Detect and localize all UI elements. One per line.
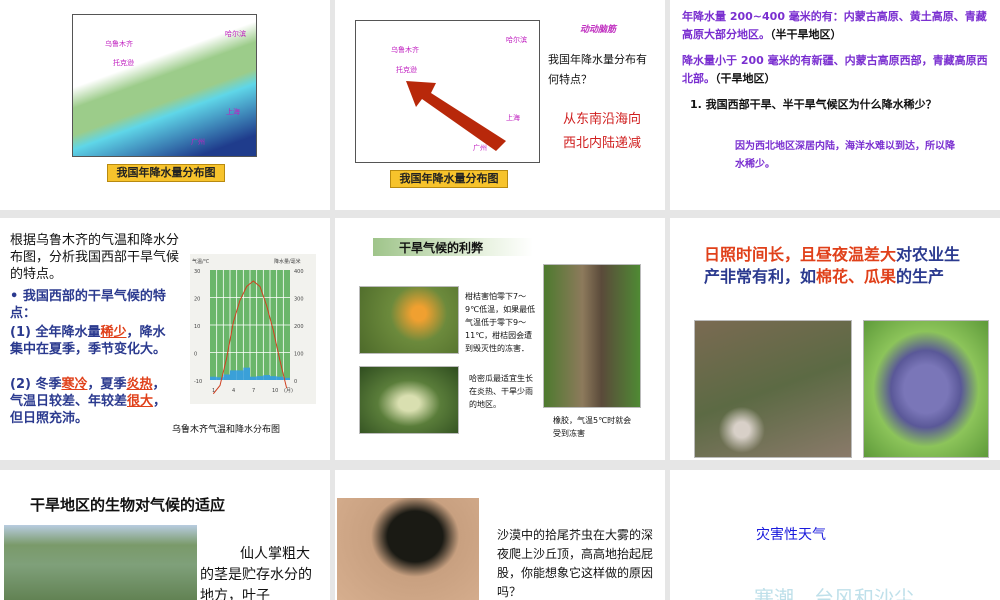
semi-arid-text: 年降水量 200~400 毫米的有：内蒙古高原、黄土高原、青藏高原大部分地区。（…	[682, 8, 994, 44]
slide-thumbnail-4[interactable]: 根据乌鲁木齐的气温和降水分布图，分析我国西部干旱气候的特点。 • 我国西部的干旱…	[0, 218, 330, 460]
label: (2) 冬季	[10, 377, 62, 392]
y-right-tick: 0	[294, 379, 297, 385]
slide-thumbnail-3[interactable]: 年降水量 200~400 毫米的有：内蒙古高原、黄土高原、青藏高原大部分地区。（…	[670, 0, 1000, 210]
precipitation-bar	[236, 370, 244, 380]
advantage-text: 日照时间长，且昼夜温差大对农业生产非常有利，如棉花、瓜果的生产	[704, 244, 966, 288]
precipitation-bar	[210, 376, 217, 380]
precipitation-map: 乌鲁木齐 托克逊 哈尔滨 上海 广州	[355, 20, 540, 163]
slide-thumbnail-5[interactable]: 干旱气候的利弊 柑桔害怕零下7～9℃低温，如果最低气温低于零下9～11℃，柑桔园…	[335, 218, 665, 460]
answer-text: 因为西北地区深居内陆，海洋水难以到达，所以降水稀少。	[735, 141, 955, 170]
slide-title: 干旱气候的利弊	[399, 241, 484, 255]
y-right-tick: 200	[294, 324, 304, 330]
label: (1) 全年降水量	[10, 325, 101, 340]
fill-answer: 寒冷	[61, 377, 88, 392]
slide-thumbnail-6[interactable]: 日照时间长，且昼夜温差大对农业生产非常有利，如棉花、瓜果的生产	[670, 218, 1000, 460]
beetle-photo	[337, 498, 479, 600]
y-left-label: 气温/℃	[192, 258, 210, 265]
y-left-tick: 20	[194, 297, 200, 303]
beetle-text: 沙漠中的拾尾芥虫在大雾的深夜爬上沙丘顶，高高地抬起屁股，你能想象它这样做的原因吗…	[497, 528, 654, 599]
slide-thumbnail-7[interactable]: 干旱地区的生物对气候的适应 仙人掌粗大的茎是贮存水分的地方，叶子	[0, 470, 330, 600]
highlight: 昼夜温差大	[816, 245, 897, 264]
y-right-tick: 100	[294, 352, 304, 358]
slide-thumbnail-2[interactable]: 乌鲁木齐 托克逊 哈尔滨 上海 广州 动动脑筋 我国年降水量分布有何特点？ 从东…	[335, 0, 665, 210]
y-right-label: 降水量/毫米	[274, 258, 301, 265]
slide-title: 灾害性天气	[756, 527, 826, 543]
tag: （干旱地区）	[715, 72, 776, 85]
precipitation-bar	[230, 370, 237, 380]
map-caption: 我国年降水量分布图	[390, 170, 508, 188]
cotton-photo	[694, 320, 852, 458]
x-tick: 7	[252, 388, 255, 394]
answer-line-1: 从东南沿海向	[563, 112, 642, 127]
label: ，夏季	[87, 377, 127, 392]
cactus-photo	[4, 525, 197, 600]
y-left-tick: 30	[194, 269, 200, 275]
fill-answer: 很大	[127, 394, 154, 409]
melon-photo	[359, 366, 459, 434]
city-label: 广州	[473, 144, 487, 152]
highlight: 棉花、瓜果	[816, 267, 897, 286]
y-left-tick: 0	[194, 352, 197, 358]
slide-thumbnail-9[interactable]: 灾害性天气 寒潮、台风和沙尘	[670, 470, 1000, 600]
question-text: 1. 我国西部干旱、半干旱气候区为什么降水稀少？	[690, 98, 937, 111]
y-right-tick: 400	[294, 269, 304, 275]
precipitation-bar	[256, 376, 264, 380]
bullet-text: • 我国西部的干旱气候的特点：	[10, 289, 166, 321]
point-2: (2) 冬季寒冷，夏季炎热，气温日较差、年较差很大，但日照充沛。	[10, 376, 170, 427]
highlight: 日照时间长，且	[704, 245, 817, 264]
x-tick: 4	[232, 388, 235, 394]
intro-text: 根据乌鲁木齐的气温和降水分布图，分析我国西部干旱气候的特点。	[10, 233, 180, 282]
climate-chart: 气温/℃ 降水量/毫米3020100-1040030020010001 4 7 10 (月…	[190, 254, 316, 404]
city-label: 托克逊	[396, 66, 417, 74]
city-label: 乌鲁木齐	[391, 46, 419, 54]
precipitation-bar	[276, 376, 284, 380]
slide-thumbnail-8[interactable]: 沙漠中的拾尾芥虫在大雾的深夜爬上沙丘顶，高高地抬起屁股，你能想象它这样做的原因吗…	[335, 470, 665, 600]
think-badge: 动动脑筋	[580, 25, 617, 35]
answer-line-2: 西北内陆递减	[563, 136, 642, 151]
bullet-label: 我国西部的干旱气候的特点：	[10, 289, 166, 321]
arid-text: 降水量小于 200 毫米的有新疆、内蒙古高原西部，青藏高原西北部。（干旱地区）	[682, 52, 994, 88]
slide-title: 干旱地区的生物对气候的适应	[30, 496, 226, 514]
x-tick: 1	[212, 388, 215, 394]
precipitation-map: 乌鲁木齐 托克逊 哈尔滨 上海 广州	[72, 14, 257, 157]
city-label: 上海	[506, 114, 520, 122]
city-label: 广州	[191, 138, 205, 146]
city-label: 乌鲁木齐	[105, 40, 133, 48]
tag: （半干旱地区）	[770, 28, 842, 41]
precipitation-bar	[223, 374, 230, 380]
point-1: (1) 全年降水量稀少，降水集中在夏季，季节变化大。	[10, 324, 170, 358]
y-right-tick: 300	[294, 297, 304, 303]
x-tick: 10	[272, 388, 278, 394]
cactus-text: 仙人掌粗大的茎是贮存水分的地方，叶子	[200, 546, 312, 600]
rubber-text: 橡胶，气温5℃时就会受到冻害	[553, 416, 632, 438]
y-left-tick: 10	[194, 324, 200, 330]
melon-text: 哈密瓜最适宜生长在炎热、干旱少雨的地区。	[469, 374, 533, 409]
precipitation-bar	[263, 375, 270, 380]
precipitation-bar	[243, 367, 250, 380]
citrus-photo	[359, 286, 459, 354]
city-label: 哈尔滨	[225, 30, 246, 38]
fill-answer: 稀少	[100, 325, 127, 340]
faded-text: 寒潮、台风和沙尘	[754, 586, 914, 600]
x-tick: (月)	[284, 388, 293, 394]
citrus-text: 柑桔害怕零下7～9℃低温，如果最低气温低于零下9～11℃，柑桔园会遭到毁灭性的冻…	[465, 292, 536, 353]
chart-caption: 乌鲁木齐气温和降水分布图	[172, 425, 281, 435]
city-label: 托克逊	[113, 59, 134, 67]
slide-thumbnail-1[interactable]: 乌鲁木齐 托克逊 哈尔滨 上海 广州 我国年降水量分布图	[0, 0, 330, 210]
label: 的生产	[896, 267, 945, 286]
question-text: 我国年降水量分布有何特点？	[548, 53, 647, 86]
grapes-photo	[863, 320, 989, 458]
fill-answer: 炎热	[126, 377, 153, 392]
city-label: 上海	[226, 108, 240, 116]
rubber-tree-photo	[543, 264, 641, 408]
y-left-tick: -10	[194, 379, 202, 385]
map-caption: 我国年降水量分布图	[107, 164, 225, 182]
city-label: 哈尔滨	[506, 36, 527, 44]
precipitation-bar	[270, 376, 277, 380]
precipitation-bar	[250, 376, 257, 380]
